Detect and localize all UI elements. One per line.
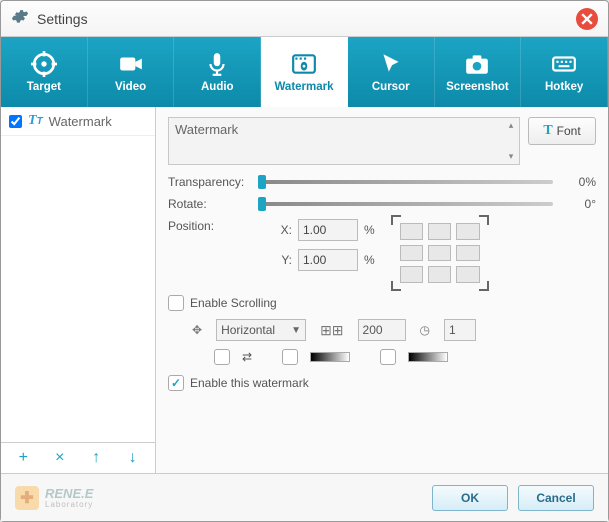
scroll-direction-value: Horizontal — [221, 323, 275, 337]
tabbar: Target Video Audio Watermark Cursor Scre… — [1, 37, 608, 107]
target-icon — [31, 51, 57, 77]
watermark-text-input[interactable]: Watermark ▴▾ — [168, 117, 520, 165]
brand-logo: ✚ RENE.E Laboratory — [15, 486, 93, 510]
rotate-value: 0° — [561, 197, 596, 211]
scroll-direction-select[interactable]: Horizontal ▼ — [216, 319, 306, 341]
camera-icon — [464, 51, 490, 77]
tab-video[interactable]: Video — [88, 37, 175, 107]
video-icon — [118, 51, 144, 77]
move-down-button[interactable]: ↓ — [122, 449, 144, 467]
watermark-text-value: Watermark — [175, 122, 238, 137]
ok-button[interactable]: OK — [432, 485, 508, 511]
transparency-value: 0% — [561, 175, 596, 189]
tab-label: Cursor — [372, 81, 410, 93]
enable-watermark-label: Enable this watermark — [190, 376, 309, 390]
ruler-icon: ⊞⊞ — [320, 322, 343, 339]
footer: ✚ RENE.E Laboratory OK Cancel — [1, 473, 608, 521]
close-button[interactable] — [576, 8, 598, 30]
position-label: Position: — [168, 219, 258, 233]
keyboard-icon — [551, 51, 577, 77]
enable-watermark-checkbox[interactable] — [168, 375, 184, 391]
tab-audio[interactable]: Audio — [174, 37, 261, 107]
cursor-icon — [378, 51, 404, 77]
scroll-time-input[interactable] — [444, 319, 476, 341]
scroll-width-input[interactable] — [358, 319, 406, 341]
x-label: X: — [278, 223, 292, 237]
tab-label: Watermark — [275, 81, 334, 93]
text-icon: TT — [28, 113, 43, 129]
tab-target[interactable]: Target — [1, 37, 88, 107]
watermark-item-checkbox[interactable] — [9, 115, 22, 128]
microphone-icon — [204, 51, 230, 77]
fade-in-checkbox[interactable] — [282, 349, 298, 365]
tab-label: Video — [115, 81, 146, 93]
enable-scrolling-checkbox[interactable] — [168, 295, 184, 311]
move-up-button[interactable]: ↑ — [85, 449, 107, 467]
remove-button[interactable]: × — [49, 449, 71, 467]
font-icon: T — [543, 123, 552, 139]
clock-icon: ◷ — [420, 323, 430, 337]
body: TT Watermark + × ↑ ↓ Watermark ▴▾ T Font — [1, 107, 608, 473]
close-icon — [581, 13, 593, 25]
add-button[interactable]: + — [12, 449, 34, 467]
watermark-list-item[interactable]: TT Watermark — [1, 107, 155, 136]
fade-out-icon — [408, 352, 448, 362]
watermark-item-label: Watermark — [49, 114, 112, 129]
watermark-list: TT Watermark + × ↑ ↓ — [1, 107, 156, 473]
fade-out-checkbox[interactable] — [380, 349, 396, 365]
cancel-button[interactable]: Cancel — [518, 485, 594, 511]
textarea-scrollbar[interactable]: ▴▾ — [505, 120, 517, 162]
watermark-icon — [291, 51, 317, 77]
font-button[interactable]: T Font — [528, 117, 596, 145]
brand-name: RENE.E — [45, 487, 93, 500]
gear-icon — [11, 7, 29, 30]
watermark-panel: Watermark ▴▾ T Font Transparency: 0% Rot… — [156, 107, 608, 473]
font-button-label: Font — [557, 124, 581, 138]
percent-label: % — [364, 253, 375, 267]
tab-cursor[interactable]: Cursor — [348, 37, 435, 107]
loop-checkbox[interactable] — [214, 349, 230, 365]
loop-icon: ⇄ — [242, 350, 252, 364]
move-icon: ✥ — [192, 323, 202, 337]
tab-screenshot[interactable]: Screenshot — [435, 37, 522, 107]
brand-subtitle: Laboratory — [45, 500, 93, 509]
titlebar: Settings — [1, 1, 608, 37]
settings-window: Settings Target Video Audio Watermark Cu… — [0, 0, 609, 522]
position-grid — [395, 219, 485, 287]
transparency-label: Transparency: — [168, 175, 258, 189]
y-label: Y: — [278, 253, 292, 267]
transparency-slider[interactable] — [258, 180, 553, 184]
fade-in-icon — [310, 352, 350, 362]
brand-icon: ✚ — [15, 486, 39, 510]
window-title: Settings — [37, 11, 576, 27]
tab-label: Audio — [201, 81, 234, 93]
percent-label: % — [364, 223, 375, 237]
tab-label: Target — [27, 81, 61, 93]
enable-scrolling-label: Enable Scrolling — [190, 296, 277, 310]
tab-hotkey[interactable]: Hotkey — [521, 37, 608, 107]
rotate-slider[interactable] — [258, 202, 553, 206]
chevron-down-icon: ▼ — [291, 325, 301, 336]
rotate-label: Rotate: — [168, 197, 258, 211]
tab-label: Hotkey — [545, 81, 583, 93]
tab-watermark[interactable]: Watermark — [261, 37, 348, 107]
position-y-input[interactable] — [298, 249, 358, 271]
sidebar-toolbar: + × ↑ ↓ — [1, 442, 155, 473]
position-x-input[interactable] — [298, 219, 358, 241]
tab-label: Screenshot — [446, 81, 509, 93]
